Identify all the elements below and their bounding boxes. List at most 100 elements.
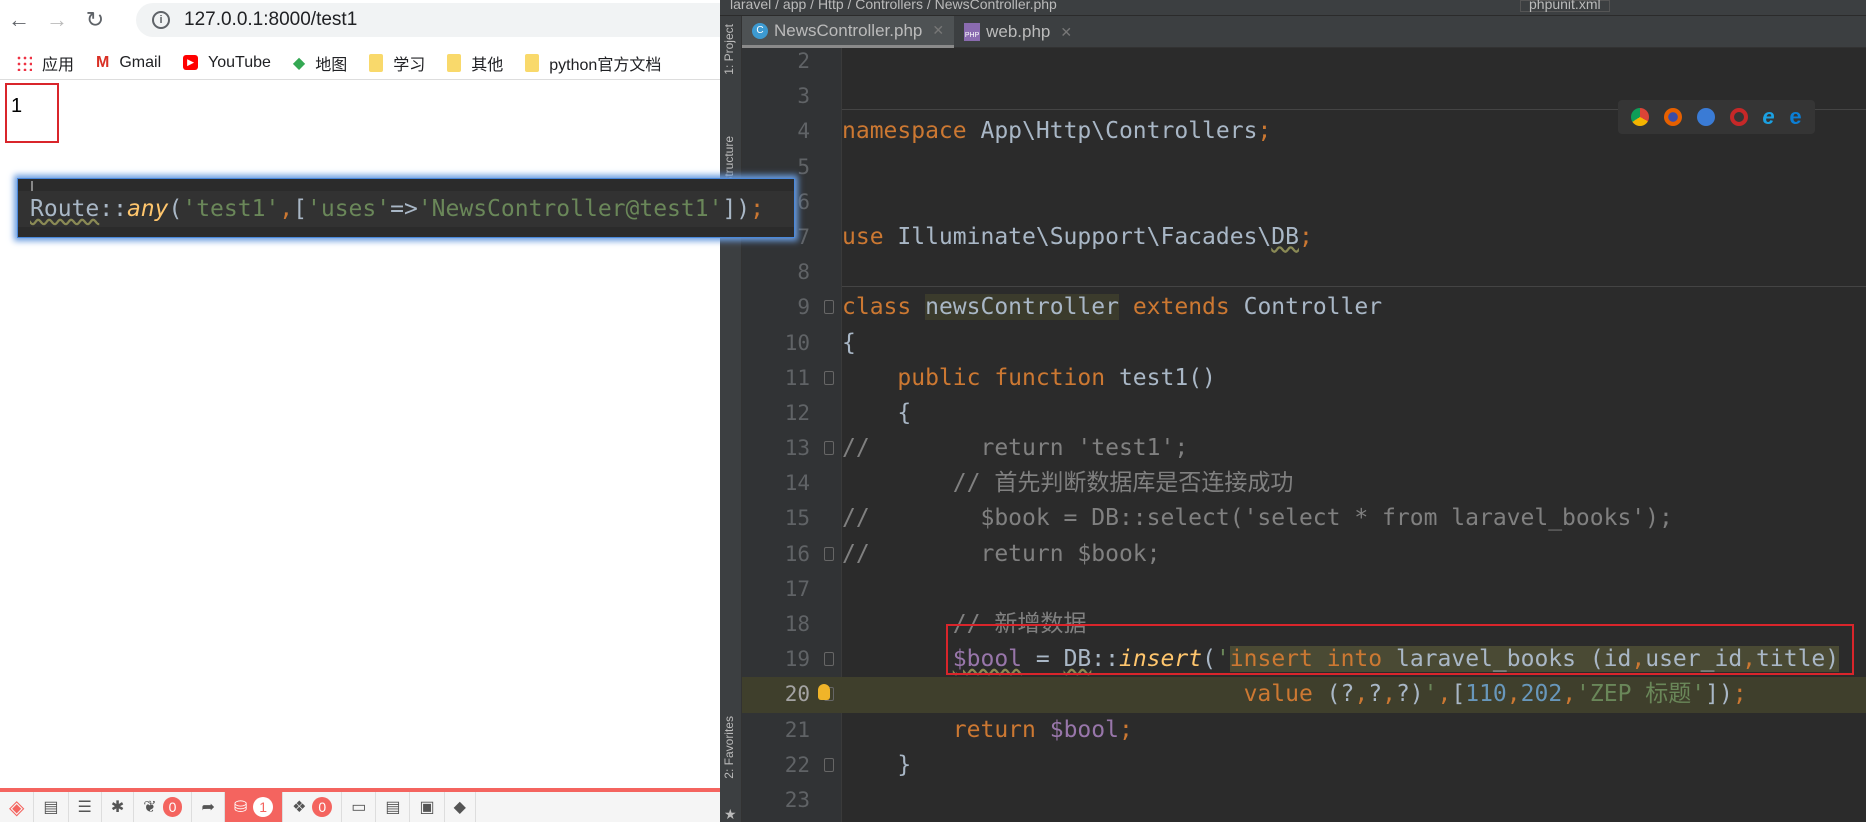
line-number: 23: [784, 787, 810, 812]
code-token: // $book = DB::select('select * from lar…: [842, 505, 1673, 532]
project-tool-button[interactable]: 1: Project: [722, 24, 736, 75]
code-token: ]): [722, 196, 751, 222]
bookmark-folder-study[interactable]: 学习: [369, 51, 425, 75]
info-icon[interactable]: i: [152, 11, 170, 29]
code-token: ,: [1506, 681, 1521, 708]
bookmark-maps[interactable]: ◆ 地图: [293, 51, 347, 75]
safari-icon[interactable]: [1696, 108, 1715, 126]
code-line[interactable]: 17: [742, 572, 1866, 607]
bookmark-apps[interactable]: 应用: [16, 51, 74, 75]
code-line[interactable]: 13 // return 'test1';: [742, 431, 1866, 466]
code-token: ::: [99, 196, 127, 222]
line-number: 10: [784, 330, 810, 355]
route-icon[interactable]: ➦: [192, 792, 225, 822]
breadcrumb[interactable]: laravel / app / Http / Controllers / New…: [720, 0, 1866, 16]
page-output: 1: [11, 95, 23, 117]
code-line[interactable]: 14 // 首先判断数据库是否连接成功: [742, 466, 1866, 501]
code-token: (: [168, 196, 183, 222]
line-number: 17: [784, 576, 810, 601]
close-icon[interactable]: ✕: [932, 22, 944, 39]
exceptions-bug-icon[interactable]: ✱: [102, 792, 135, 822]
request-icon[interactable]: ▤: [376, 792, 411, 822]
fold-marker-icon[interactable]: [824, 441, 834, 456]
php-file-icon: PHP: [964, 23, 981, 41]
queries-tab[interactable]: ⛁ 1: [224, 792, 284, 822]
tab-web-php[interactable]: PHP web.php ✕: [954, 16, 1082, 48]
chrome-icon[interactable]: [1631, 108, 1650, 126]
code-line[interactable]: 12 {: [742, 396, 1866, 431]
code-line[interactable]: 2: [742, 48, 1866, 79]
run-config-select[interactable]: phpunit.xml: [1520, 0, 1610, 12]
code-line[interactable]: 11 public function test1(): [742, 361, 1866, 396]
code-line[interactable]: 20 value (?,?,?)',[110,202,'ZEP 标题']);: [742, 677, 1866, 713]
code-text: namespace App\Http\Controllers;: [842, 114, 1271, 149]
bookmarks-bar: 应用 M Gmail ▶ YouTube ◆ 地图 学习 其他 python官方文档: [0, 46, 720, 80]
code-token: }: [842, 751, 912, 778]
line-number: 9: [797, 295, 810, 320]
code-token: public function: [842, 364, 1119, 391]
laravel-logo-icon[interactable]: ◈: [0, 792, 35, 822]
fold-marker-icon[interactable]: [824, 370, 834, 385]
url-text[interactable]: 127.0.0.1:8000/test1: [184, 9, 357, 31]
tags-icon[interactable]: ◆: [445, 792, 476, 822]
models-tab[interactable]: ❖ 0: [283, 792, 343, 822]
browser-window: ← → ↻ i 127.0.0.1:8000/test1 应用 M Gmail ▶…: [0, 0, 736, 822]
code-token: ;: [750, 196, 765, 222]
code-line[interactable]: 6: [742, 185, 1866, 220]
fold-marker-icon[interactable]: [824, 546, 834, 561]
code-line[interactable]: 15 // $book = DB::select('select * from l…: [742, 501, 1866, 536]
code-line[interactable]: 23: [742, 783, 1866, 818]
method-separator: [842, 286, 1866, 287]
line-number: 8: [797, 260, 810, 285]
star-icon[interactable]: ★: [724, 806, 737, 822]
code-line[interactable]: 21 return $bool;: [742, 713, 1866, 748]
bookmark-gmail[interactable]: M Gmail: [96, 54, 161, 72]
bookmark-folder-python[interactable]: python官方文档: [525, 51, 661, 75]
messages-icon[interactable]: ▤: [34, 792, 69, 822]
address-bar[interactable]: i 127.0.0.1:8000/test1: [136, 3, 736, 37]
lightbulb-icon[interactable]: [818, 684, 830, 701]
code-token: Illuminate\Support\Facades\: [897, 223, 1272, 250]
fold-marker-icon[interactable]: [824, 300, 834, 315]
ie-icon[interactable]: e: [1762, 104, 1774, 130]
code-line[interactable]: 5: [742, 150, 1866, 185]
fold-marker-icon[interactable]: [824, 757, 834, 772]
debugbar: ◈ ▤ ☰ ✱ ❦ 0 ➦ ⛁ 1 ❖ 0 ▭ ▤ ▣ ◆: [0, 788, 720, 822]
code-text: use Illuminate\Support\Facades\DB;: [842, 220, 1313, 255]
fold-marker-icon[interactable]: [824, 652, 834, 667]
favorites-tool-button[interactable]: 2: Favorites: [722, 716, 736, 779]
back-icon[interactable]: ←: [0, 7, 38, 33]
bookmark-youtube[interactable]: ▶ YouTube: [183, 54, 271, 72]
code-token: ]): [1705, 681, 1733, 708]
code-token: class: [842, 294, 926, 321]
firefox-icon[interactable]: [1664, 108, 1683, 126]
code-token: ;: [1298, 223, 1313, 250]
timeline-icon[interactable]: ☰: [69, 792, 102, 822]
mail-inbox-icon[interactable]: ▭: [342, 792, 377, 822]
views-tab[interactable]: ❦ 0: [134, 792, 193, 822]
bookmark-folder-other[interactable]: 其他: [447, 51, 503, 75]
reload-icon[interactable]: ↻: [76, 7, 114, 33]
code-token: [: [293, 196, 308, 222]
code-token: ;: [1732, 681, 1747, 708]
opera-icon[interactable]: [1729, 108, 1748, 126]
code-line[interactable]: 10 {: [742, 326, 1866, 361]
edge-icon[interactable]: e: [1789, 104, 1801, 130]
session-archive-icon[interactable]: ▣: [410, 792, 445, 822]
line-number: 2: [797, 49, 810, 73]
line-number: 11: [784, 365, 810, 390]
code-line[interactable]: 7 use Illuminate\Support\Facades\DB;: [742, 220, 1866, 255]
code-line[interactable]: 16 // return $book;: [742, 537, 1866, 572]
tab-newscontroller[interactable]: C NewsController.php ✕: [742, 16, 955, 48]
code-text: {: [842, 396, 911, 431]
forward-icon[interactable]: →: [38, 7, 76, 33]
code-editor[interactable]: 2 3 4 namespace App\Http\Controllers; 5 6 7 use…: [742, 48, 1866, 822]
code-token: value: [1243, 681, 1327, 708]
code-line[interactable]: 9 class newsController extends Controller: [742, 290, 1866, 325]
close-icon[interactable]: ✕: [1060, 24, 1072, 41]
line-number: 16: [784, 541, 810, 566]
code-line[interactable]: 22 }: [742, 748, 1866, 783]
code-text: // return 'test1';: [842, 431, 1188, 466]
browser-preview-toolbar: e e: [1618, 100, 1815, 134]
code-token: (?: [1326, 681, 1355, 708]
